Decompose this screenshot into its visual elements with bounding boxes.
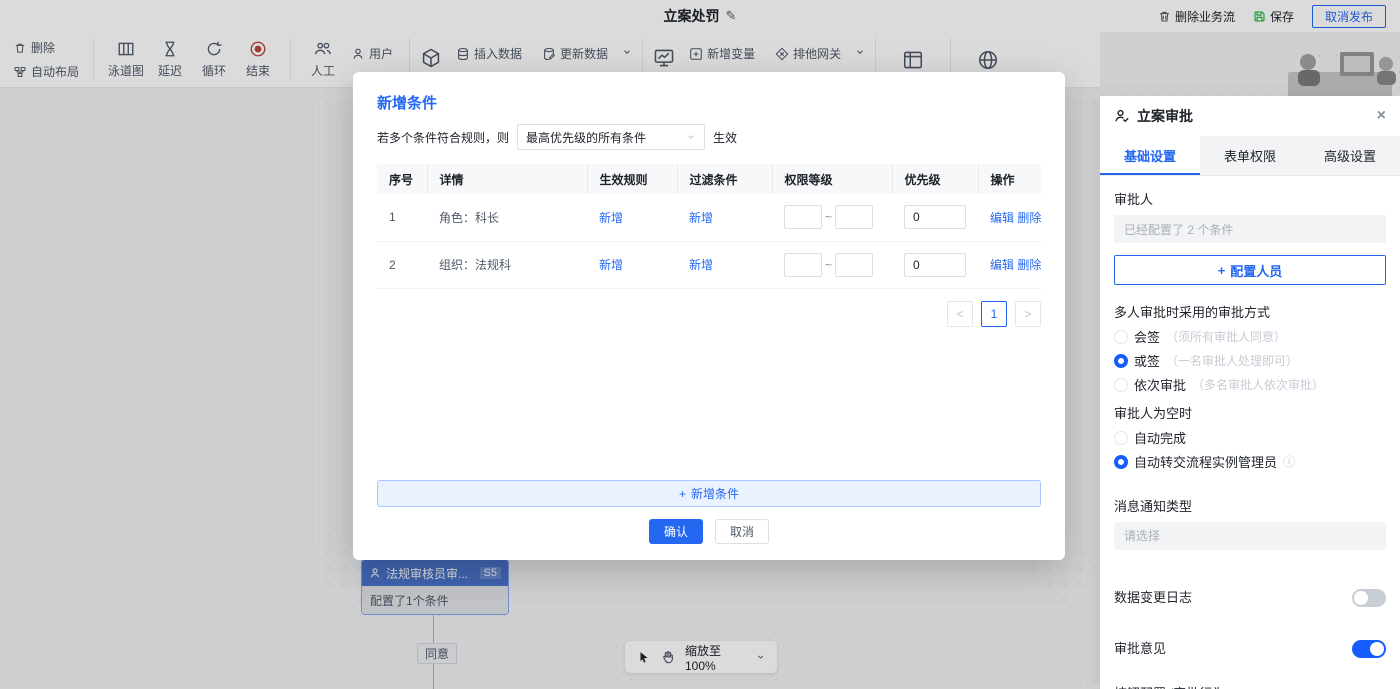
workflow-editor: 法规审核员审... S5 配置了1个条件 同意 缩放至 100% 立案处罚 ✎ xyxy=(0,0,1400,689)
panel-title: 立案审批 xyxy=(1137,106,1193,126)
radio-icon xyxy=(1114,431,1128,445)
button-config-label: 按钮配置 /审批行为 xyxy=(1114,684,1386,689)
info-icon[interactable]: ⓘ xyxy=(1283,453,1295,470)
opinion-label: 审批意见 xyxy=(1114,639,1166,658)
radio-icon xyxy=(1114,378,1128,392)
radio-option-countersign[interactable]: 会签 （须所有审批人同意） xyxy=(1114,327,1386,346)
option-name: 会签 xyxy=(1134,327,1160,346)
priority-input[interactable] xyxy=(904,253,966,277)
cell-detail: 组织：法规科 xyxy=(427,241,587,288)
tab-advanced-settings[interactable]: 高级设置 xyxy=(1300,136,1400,175)
option-name: 或签 xyxy=(1134,351,1160,370)
approver-summary-input[interactable] xyxy=(1114,215,1386,243)
radio-icon xyxy=(1114,455,1128,469)
cell-no: 2 xyxy=(377,241,427,288)
range-separator: ~ xyxy=(825,258,832,272)
col-header-actions: 操作 xyxy=(978,164,1041,194)
table-row: 1 角色：科长 新增 新增 ~ 编辑 删除 xyxy=(377,194,1041,241)
multi-approve-label: 多人审批时采用的审批方式 xyxy=(1114,303,1386,322)
notify-type-select[interactable] xyxy=(1114,522,1386,550)
col-header-priority: 优先级 xyxy=(892,164,978,194)
perm-min-input[interactable] xyxy=(784,253,822,277)
radio-icon xyxy=(1114,330,1128,344)
pagination-page-1[interactable]: 1 xyxy=(981,301,1007,327)
approver-label: 审批人 xyxy=(1114,190,1386,209)
modal-title: 新增条件 xyxy=(377,92,1041,112)
conditions-table: 序号 详情 生效规则 过滤条件 权限等级 优先级 操作 1 角色：科长 新增 新… xyxy=(377,164,1041,289)
col-header-perm-level: 权限等级 xyxy=(772,164,892,194)
option-desc: （多名审批人依次审批） xyxy=(1192,376,1324,393)
option-desc: （一名审批人处理即可） xyxy=(1166,352,1298,369)
toggle-knob xyxy=(1354,591,1368,605)
rule-prefix: 若多个条件符合规则，则 xyxy=(377,129,509,146)
pagination-prev-button[interactable]: < xyxy=(947,301,973,327)
notify-type-label: 消息通知类型 xyxy=(1114,497,1386,516)
opinion-toggle[interactable] xyxy=(1352,640,1386,658)
priority-input[interactable] xyxy=(904,205,966,229)
effect-rule-add-link[interactable]: 新增 xyxy=(599,211,623,225)
range-separator: ~ xyxy=(825,210,832,224)
filter-add-link[interactable]: 新增 xyxy=(689,258,713,272)
plus-icon: + xyxy=(679,487,686,501)
col-header-filter: 过滤条件 xyxy=(677,164,772,194)
col-header-effect-rule: 生效规则 xyxy=(587,164,677,194)
toggle-knob xyxy=(1370,642,1384,656)
edit-row-link[interactable]: 编辑 xyxy=(990,211,1014,225)
radio-option-orsign[interactable]: 或签 （一名审批人处理即可） xyxy=(1114,351,1386,370)
add-condition-label: 新增条件 xyxy=(691,485,739,502)
pagination-next-button[interactable]: > xyxy=(1015,301,1041,327)
cancel-button[interactable]: 取消 xyxy=(715,519,769,544)
perm-max-input[interactable] xyxy=(835,253,873,277)
filter-add-link[interactable]: 新增 xyxy=(689,211,713,225)
radio-option-auto-complete[interactable]: 自动完成 xyxy=(1114,428,1386,447)
col-header-detail: 详情 xyxy=(427,164,587,194)
configure-people-button[interactable]: + 配置人员 xyxy=(1114,255,1386,285)
option-name: 依次审批 xyxy=(1134,375,1186,394)
data-log-toggle[interactable] xyxy=(1352,589,1386,607)
radio-option-sequential[interactable]: 依次审批 （多名审批人依次审批） xyxy=(1114,375,1386,394)
tab-basic-settings[interactable]: 基础设置 xyxy=(1100,136,1200,175)
delete-row-link[interactable]: 删除 xyxy=(1017,258,1041,272)
delete-row-link[interactable]: 删除 xyxy=(1017,211,1041,225)
rule-suffix: 生效 xyxy=(713,129,737,146)
radio-option-auto-transfer[interactable]: 自动转交流程实例管理员 ⓘ xyxy=(1114,452,1386,471)
data-log-label: 数据变更日志 xyxy=(1114,588,1192,607)
chevron-down-icon xyxy=(686,132,696,142)
configure-people-label: 配置人员 xyxy=(1230,261,1282,280)
perm-max-input[interactable] xyxy=(835,205,873,229)
tab-form-permissions[interactable]: 表单权限 xyxy=(1200,136,1300,175)
node-settings-panel: 立案审批 × 基础设置 表单权限 高级设置 审批人 + 配置人员 多人审批时采用… xyxy=(1100,96,1400,689)
effect-rule-add-link[interactable]: 新增 xyxy=(599,258,623,272)
plus-icon: + xyxy=(1218,263,1226,278)
radio-icon xyxy=(1114,354,1128,368)
add-condition-button[interactable]: + 新增条件 xyxy=(377,480,1041,507)
settings-tabs: 基础设置 表单权限 高级设置 xyxy=(1100,136,1400,176)
cell-no: 1 xyxy=(377,194,427,241)
approver-node-icon xyxy=(1114,108,1130,124)
rule-priority-select[interactable]: 最高优先级的所有条件 xyxy=(517,124,705,150)
col-header-no: 序号 xyxy=(377,164,427,194)
option-name: 自动完成 xyxy=(1134,428,1186,447)
pagination: < 1 > xyxy=(377,301,1041,327)
table-row: 2 组织：法规科 新增 新增 ~ 编辑 删除 xyxy=(377,241,1041,288)
option-desc: （须所有审批人同意） xyxy=(1166,328,1286,345)
rule-select-value: 最高优先级的所有条件 xyxy=(526,129,646,146)
cell-detail: 角色：科长 xyxy=(427,194,587,241)
perm-min-input[interactable] xyxy=(784,205,822,229)
add-condition-modal: 新增条件 若多个条件符合规则，则 最高优先级的所有条件 生效 序号 详情 生效规… xyxy=(353,72,1065,560)
option-name: 自动转交流程实例管理员 xyxy=(1134,452,1277,471)
confirm-button[interactable]: 确认 xyxy=(649,519,703,544)
edit-row-link[interactable]: 编辑 xyxy=(990,258,1014,272)
empty-approver-label: 审批人为空时 xyxy=(1114,404,1386,423)
close-icon[interactable]: × xyxy=(1377,108,1386,124)
